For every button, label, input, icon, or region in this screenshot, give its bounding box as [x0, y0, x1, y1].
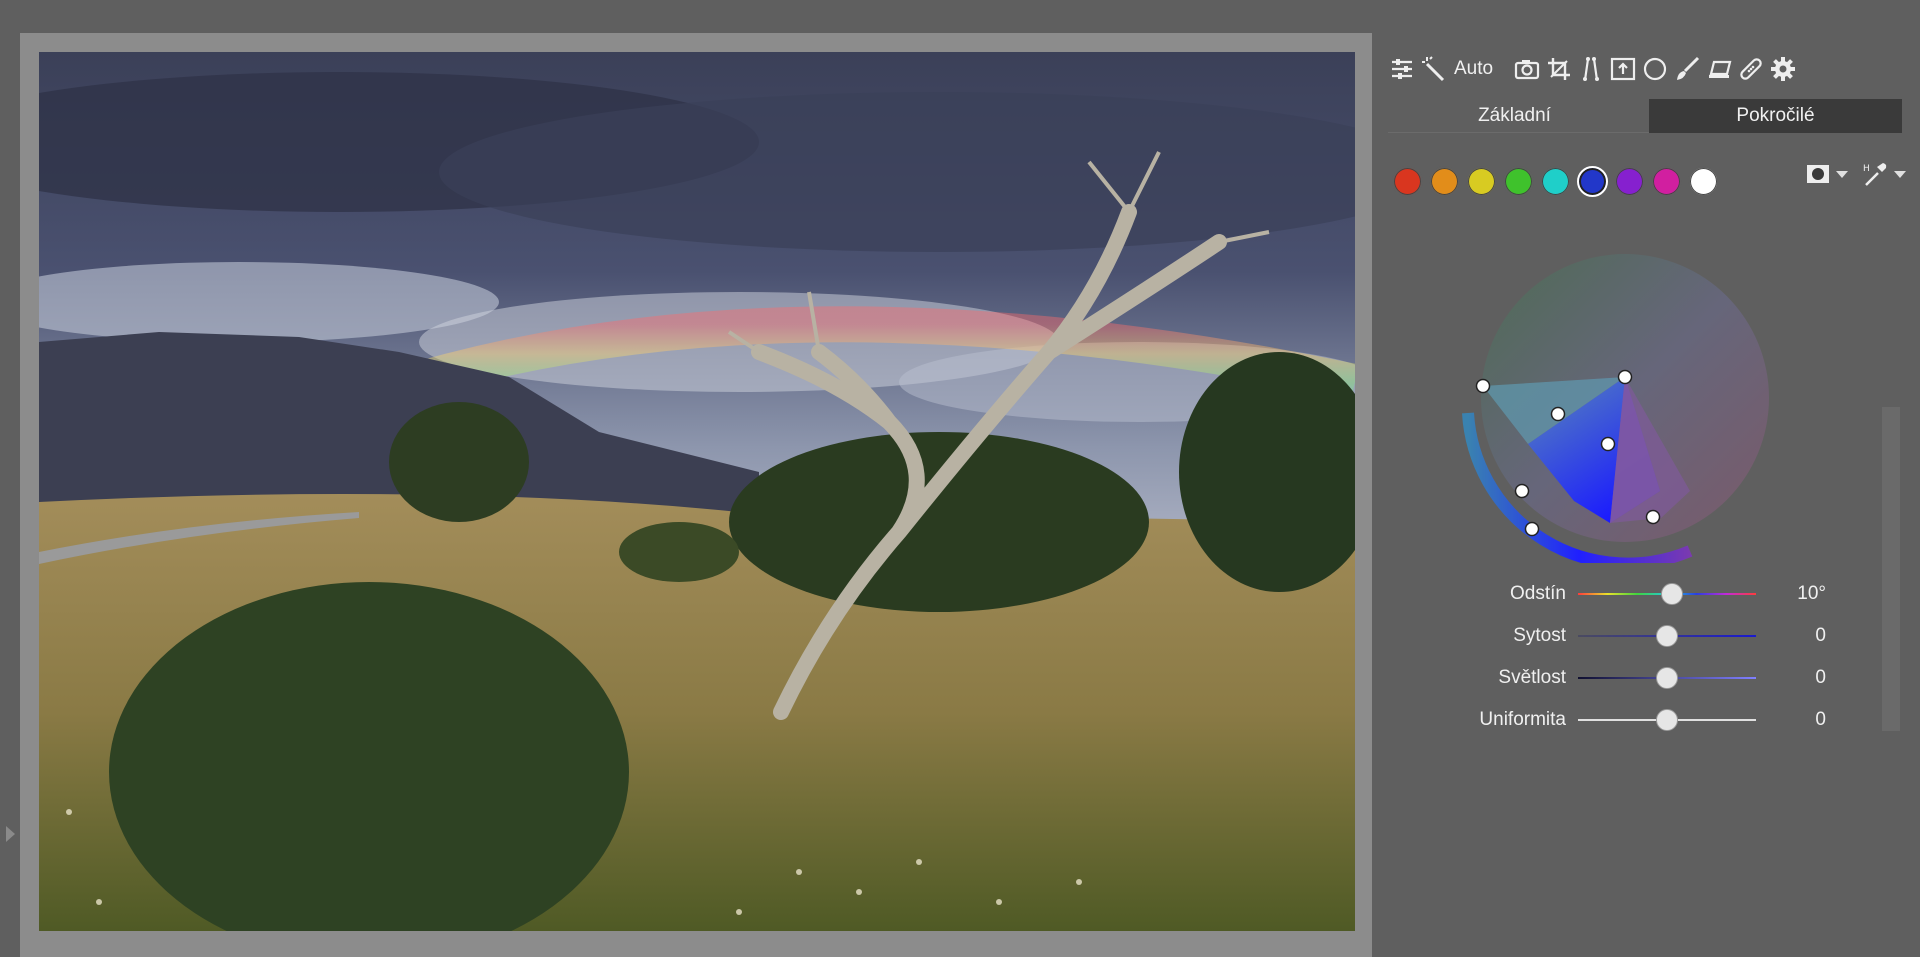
- tab-advanced[interactable]: Pokročilé: [1649, 99, 1902, 133]
- svg-text:H: H: [1863, 164, 1870, 174]
- sliders-icon[interactable]: [1386, 53, 1418, 85]
- slider-row-lightness: Světlost 0: [1372, 657, 1920, 699]
- slider-label-saturation: Sytost: [1513, 625, 1566, 646]
- slider-thumb-saturation[interactable]: [1656, 625, 1678, 647]
- slider-thumb-lightness[interactable]: [1656, 667, 1678, 689]
- color-swatches: [1392, 163, 1725, 199]
- perspective-icon[interactable]: [1575, 53, 1607, 85]
- panel-scrollbar[interactable]: [1882, 407, 1900, 731]
- slider-row-hue: Odstín 10°: [1372, 573, 1920, 615]
- landscape-photo: [39, 52, 1355, 931]
- slider-value-saturation: 0: [1815, 625, 1826, 646]
- color-adjust-sliders: Odstín 10° Sytost 0 Světlost 0 Uniformita 0: [1372, 573, 1920, 741]
- slider-value-hue: 10°: [1797, 583, 1826, 604]
- expand-left-panel-arrow-icon[interactable]: [6, 826, 15, 842]
- chevron-down-icon: [1836, 170, 1848, 178]
- swatch-tools: H: [1792, 161, 1906, 187]
- camera-icon[interactable]: [1511, 53, 1543, 85]
- eyedropper-icon: H: [1863, 163, 1887, 186]
- swatch-yellow[interactable]: [1466, 165, 1497, 197]
- slider-track-hue[interactable]: [1578, 583, 1756, 605]
- color-picker-dropdown[interactable]: H: [1862, 161, 1906, 187]
- bandage-icon[interactable]: [1735, 53, 1767, 85]
- chevron-down-icon: [1894, 170, 1906, 178]
- tab-basic[interactable]: Základní: [1388, 99, 1641, 133]
- mask-dropdown[interactable]: [1806, 164, 1848, 184]
- swatch-green[interactable]: [1503, 165, 1534, 197]
- swatch-orange[interactable]: [1429, 165, 1460, 197]
- slider-thumb-uniformity[interactable]: [1656, 709, 1678, 731]
- left-panel-strip: [0, 0, 20, 957]
- brush-icon[interactable]: [1671, 53, 1703, 85]
- eraser-icon[interactable]: [1703, 53, 1735, 85]
- slider-label-hue: Odstín: [1510, 583, 1566, 604]
- swatch-white[interactable]: [1688, 165, 1719, 197]
- slider-track-lightness[interactable]: [1578, 667, 1756, 689]
- swatch-red[interactable]: [1392, 165, 1423, 197]
- mask-icon: [1807, 165, 1829, 183]
- slider-row-uniformity: Uniformita 0: [1372, 699, 1920, 741]
- slider-thumb-hue[interactable]: [1661, 583, 1684, 605]
- auto-button[interactable]: Auto: [1454, 58, 1493, 80]
- slider-value-uniformity: 0: [1815, 709, 1826, 730]
- slider-track-uniformity[interactable]: [1578, 709, 1756, 731]
- mode-tabs: Základní Pokročilé: [1388, 99, 1902, 133]
- photo-editor-app: Auto Základní Pokročilé H Odstín 10° Syt…: [0, 0, 1920, 957]
- gear-icon[interactable]: [1767, 53, 1799, 85]
- circle-icon[interactable]: [1639, 53, 1671, 85]
- swatch-cyan[interactable]: [1540, 165, 1571, 197]
- swatch-blue[interactable]: [1577, 165, 1608, 197]
- slider-label-lightness: Světlost: [1498, 667, 1566, 688]
- tools-toolbar: Auto: [1386, 53, 1906, 85]
- crop-icon[interactable]: [1543, 53, 1575, 85]
- slider-value-lightness: 0: [1815, 667, 1826, 688]
- color-wheel[interactable]: [1460, 233, 1790, 563]
- slider-track-saturation[interactable]: [1578, 625, 1756, 647]
- photo-canvas[interactable]: [39, 52, 1355, 931]
- adjustments-panel: Auto Základní Pokročilé H Odstín 10° Syt…: [1372, 33, 1920, 957]
- swatch-magenta[interactable]: [1651, 165, 1682, 197]
- magic-wand-icon[interactable]: [1418, 53, 1450, 85]
- swatch-purple[interactable]: [1614, 165, 1645, 197]
- export-icon[interactable]: [1607, 53, 1639, 85]
- photo-frame: [20, 33, 1372, 957]
- slider-label-uniformity: Uniformita: [1479, 709, 1566, 730]
- slider-row-saturation: Sytost 0: [1372, 615, 1920, 657]
